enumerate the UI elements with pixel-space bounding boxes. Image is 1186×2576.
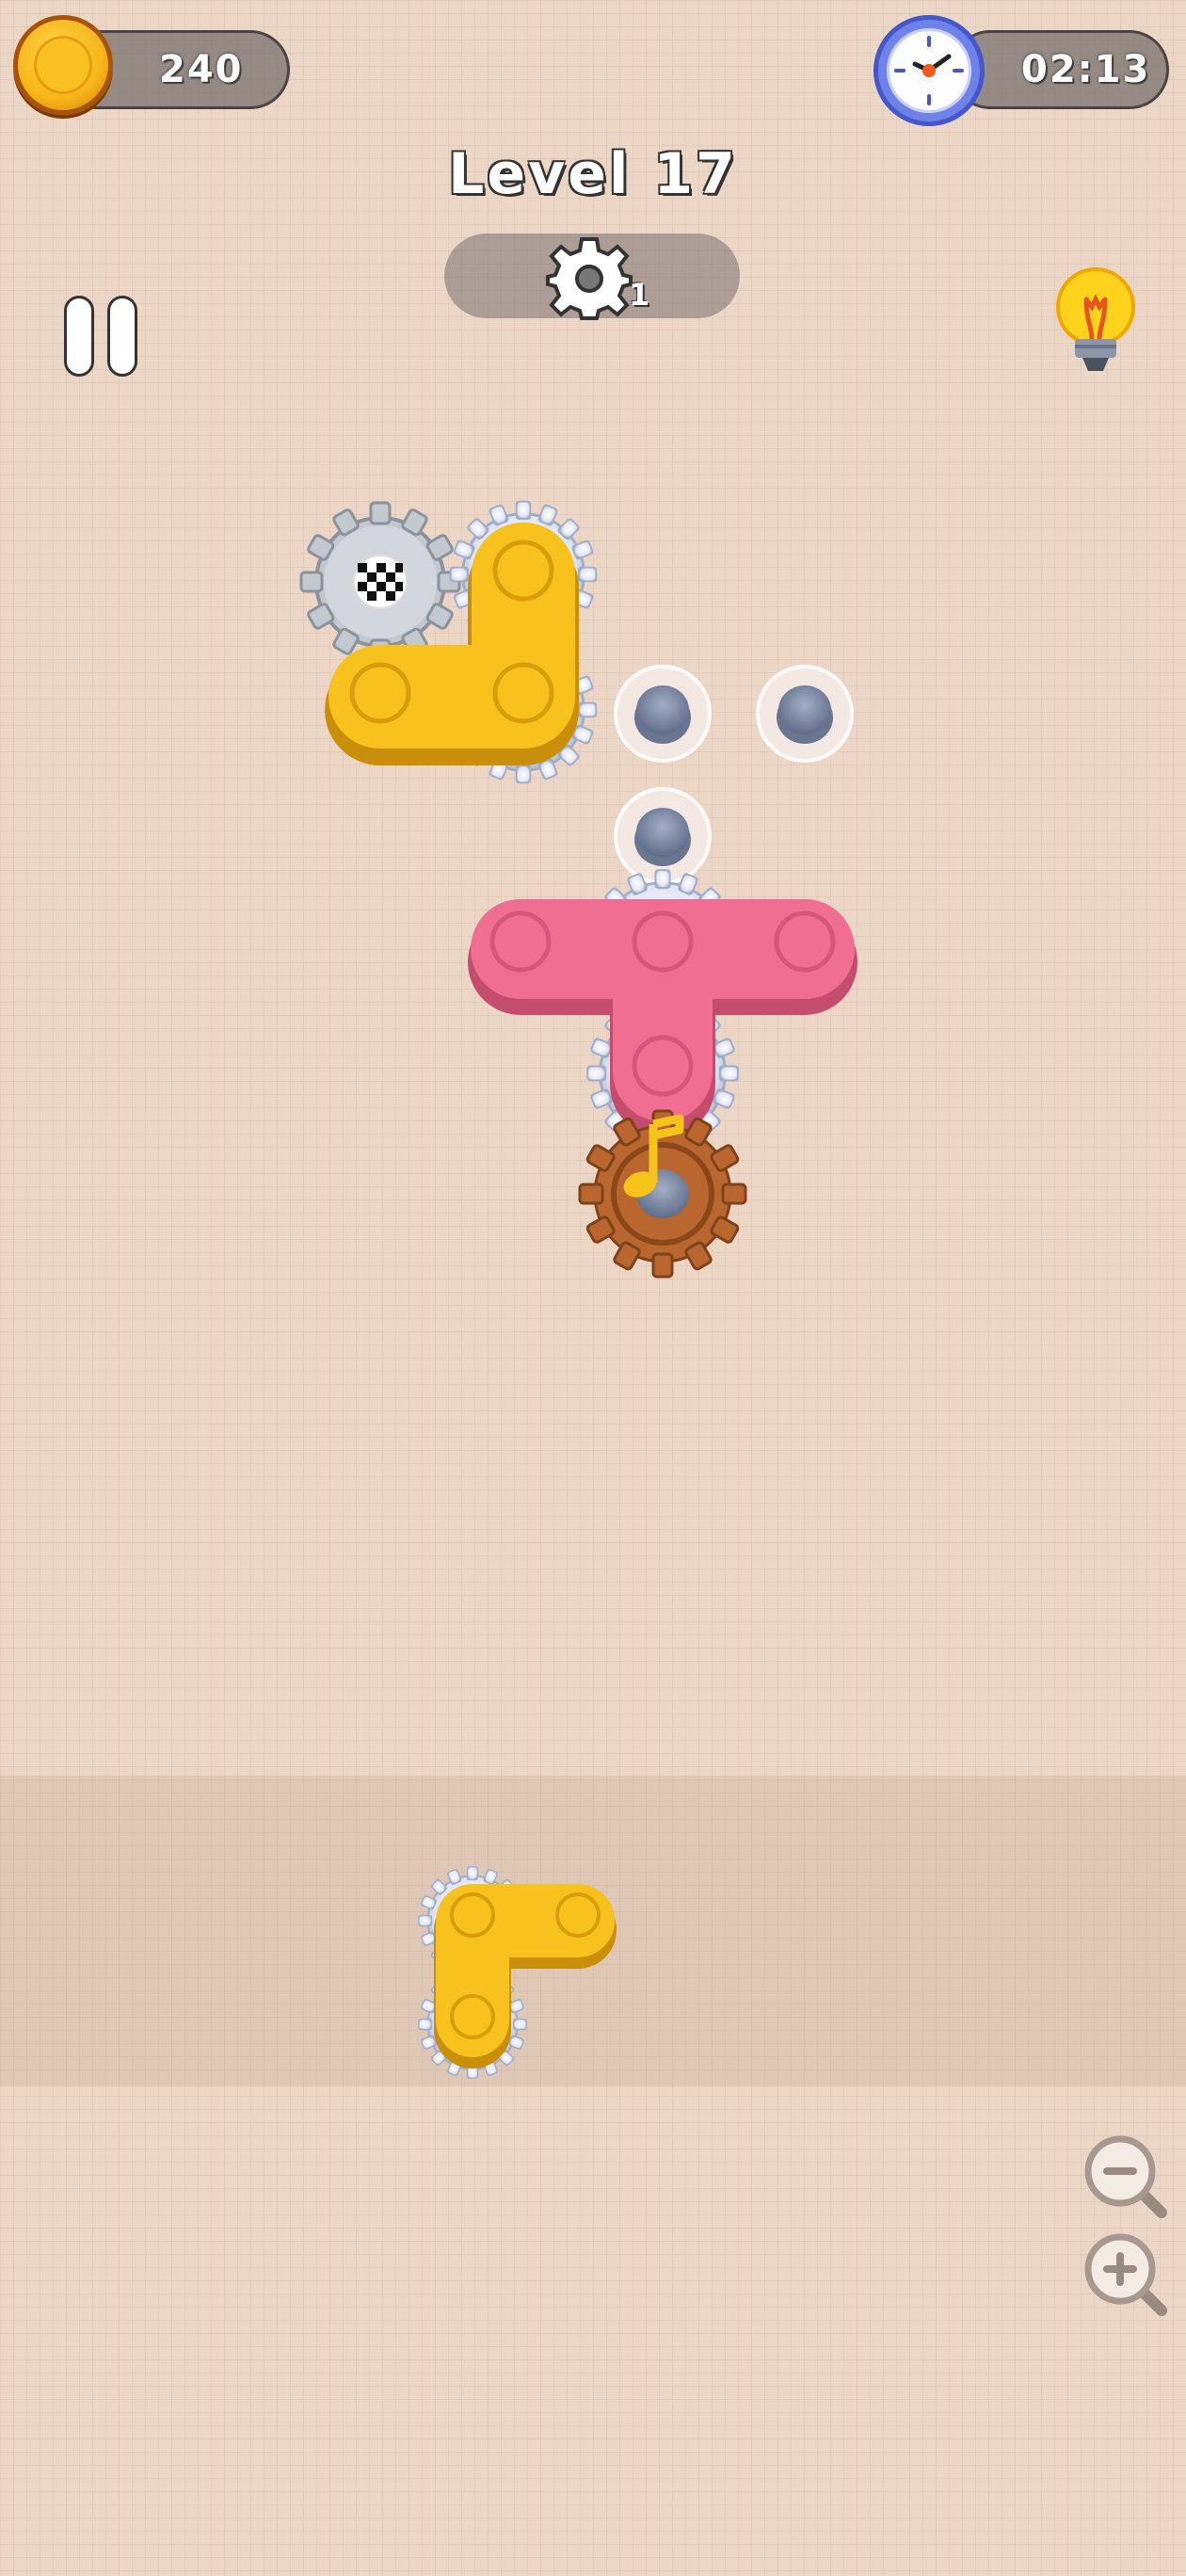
zoom-out-button[interactable] [1084,2135,1167,2218]
tray-yellow-spinner[interactable] [417,1865,617,2080]
peg-slot[interactable] [614,665,712,763]
goal-gear [299,501,461,663]
bronze-gear [578,1109,747,1279]
zoom-out-icon [1084,2135,1167,2218]
lightbulb-icon [1056,267,1135,371]
zoom-in-icon [1084,2233,1167,2316]
pink-spinner[interactable] [468,868,857,1151]
peg-slot[interactable] [756,665,854,763]
hint-button[interactable] [1056,267,1135,371]
checkered-flag-icon [353,555,408,609]
peg-slot[interactable] [614,787,712,885]
zoom-in-button[interactable] [1084,2233,1167,2316]
